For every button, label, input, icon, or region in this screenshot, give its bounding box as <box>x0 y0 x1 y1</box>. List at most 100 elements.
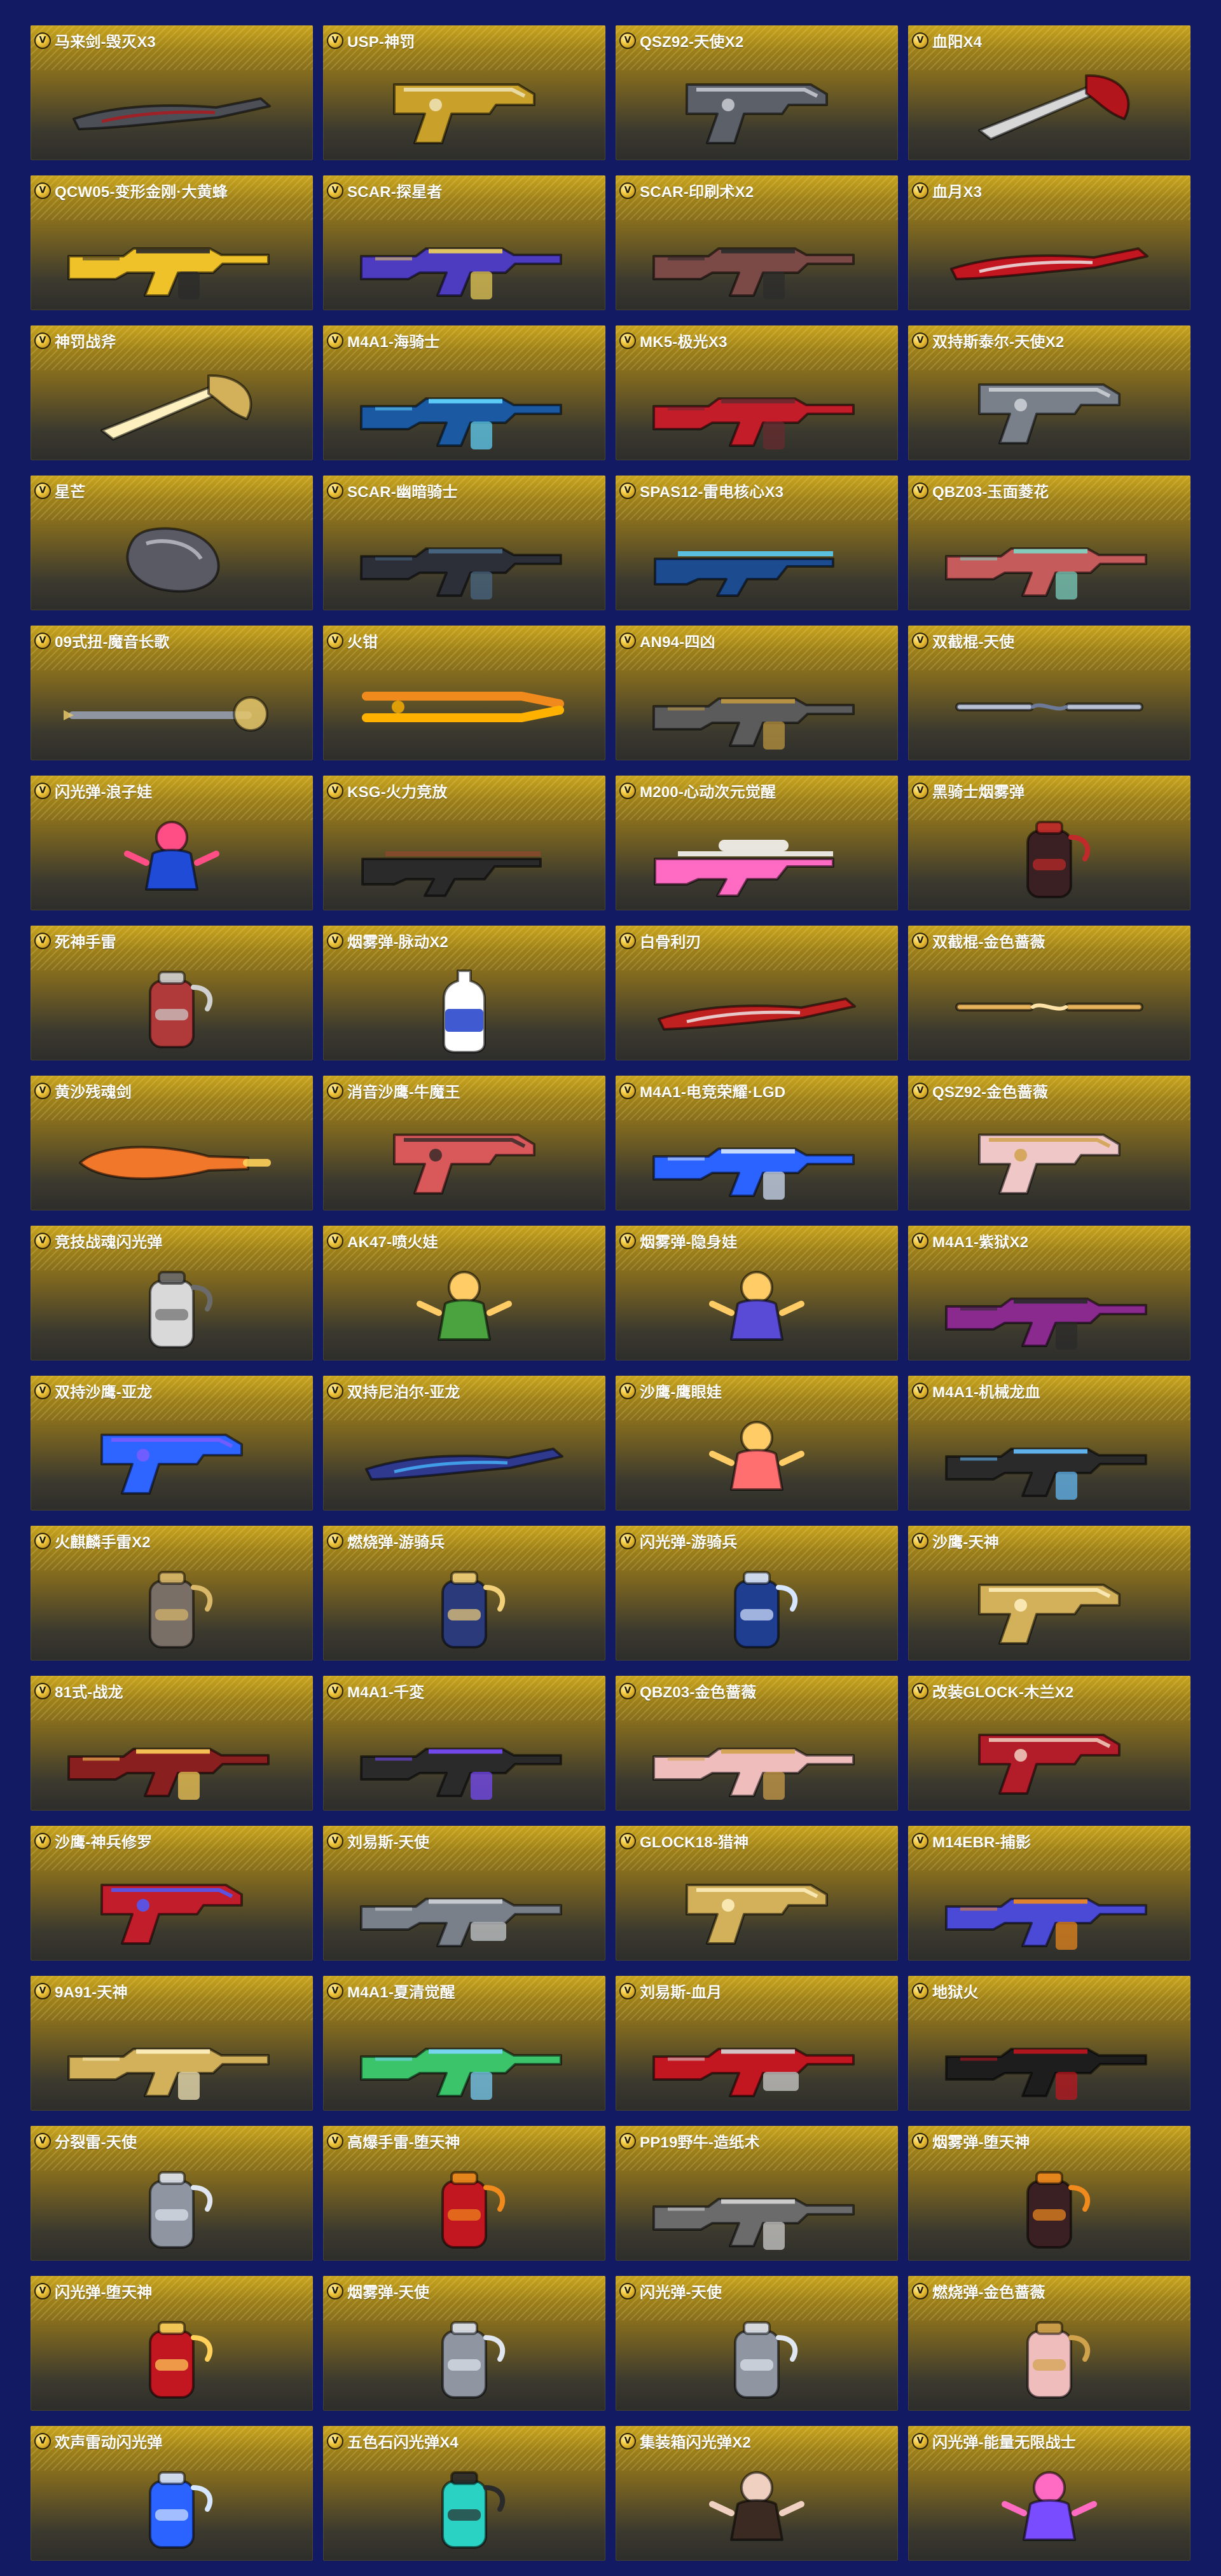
v-badge-letter: V <box>39 485 46 495</box>
item-card[interactable]: V QSZ92-金色蔷薇 <box>908 1076 1190 1210</box>
item-header: V 刘易斯-血月 <box>619 1980 894 2002</box>
item-card[interactable]: V 竞技战魂闪光弹 <box>31 1226 313 1360</box>
item-card[interactable]: V 闪光弹-浪子娃 <box>31 776 313 910</box>
item-card[interactable]: V 刘易斯-天使 <box>323 1826 605 1961</box>
item-name: QSZ92-天使X2 <box>640 34 744 51</box>
item-card[interactable]: V 沙鹰-鹰眼娃 <box>616 1376 898 1511</box>
item-card[interactable]: V USP-神罚 <box>323 25 605 160</box>
item-card[interactable]: V M200-心动次元觉醒 <box>616 776 898 910</box>
item-card[interactable]: V M14EBR-捕影 <box>908 1826 1190 1961</box>
item-card[interactable]: V 闪光弹-天使 <box>616 2276 898 2411</box>
item-card[interactable]: V 双截棍-金色蔷薇 <box>908 926 1190 1060</box>
item-card[interactable]: V 血阳X4 <box>908 25 1190 160</box>
item-card[interactable]: V 烟雾弹-堕天神 <box>908 2126 1190 2261</box>
item-card[interactable]: V 高爆手雷-堕天神 <box>323 2126 605 2261</box>
item-card[interactable]: V 刘易斯-血月 <box>616 1976 898 2111</box>
grenade-icon <box>908 804 1190 910</box>
item-header: V 神罚战斧 <box>34 329 309 352</box>
item-card[interactable]: V 血月X3 <box>908 175 1190 310</box>
item-card[interactable]: V QBZ03-金色蔷薇 <box>616 1676 898 1811</box>
item-card[interactable]: V 五色石闪光弹X4 <box>323 2426 605 2561</box>
item-card[interactable]: V QBZ03-玉面菱花 <box>908 476 1190 610</box>
v-badge-icon: V <box>912 1832 928 1849</box>
item-name: KSG-火力竞放 <box>347 784 448 801</box>
v-badge-letter: V <box>916 635 924 645</box>
item-card[interactable]: V 烟雾弹-天使 <box>323 2276 605 2411</box>
item-card[interactable]: V 马来剑-毁灭X3 <box>31 25 313 160</box>
v-badge-icon: V <box>34 1832 51 1849</box>
item-card[interactable]: V SCAR-印刷术X2 <box>616 175 898 310</box>
item-card[interactable]: V M4A1-紫狱X2 <box>908 1226 1190 1360</box>
character-icon <box>616 1254 898 1360</box>
item-card[interactable]: V 消音沙鹰-牛魔王 <box>323 1076 605 1210</box>
item-card[interactable]: V 闪光弹-堕天神 <box>31 2276 313 2411</box>
item-card[interactable]: V 双截棍-天使 <box>908 626 1190 760</box>
item-card[interactable]: V 09式扭-魔音长歌 <box>31 626 313 760</box>
item-card[interactable]: V GLOCK18-猎神 <box>616 1826 898 1961</box>
item-card[interactable]: V M4A1-海骑士 <box>323 325 605 460</box>
item-card[interactable]: V SPAS12-雷电核心X3 <box>616 476 898 610</box>
item-card[interactable]: V 双持尼泊尔-亚龙 <box>323 1376 605 1511</box>
rifle-icon <box>31 2004 313 2111</box>
item-card[interactable]: V AK47-喷火娃 <box>323 1226 605 1360</box>
item-card[interactable]: V 沙鹰-天神 <box>908 1526 1190 1661</box>
item-card[interactable]: V M4A1-机械龙血 <box>908 1376 1190 1511</box>
item-card[interactable]: V M4A1-夏清觉醒 <box>323 1976 605 2111</box>
pistol-icon <box>908 1704 1190 1811</box>
item-card[interactable]: V 地狱火 <box>908 1976 1190 2111</box>
item-card[interactable]: V SCAR-幽暗骑士 <box>323 476 605 610</box>
item-card[interactable]: V 分裂雷-天使 <box>31 2126 313 2261</box>
v-badge-letter: V <box>624 2436 631 2446</box>
v-badge-icon: V <box>34 1082 51 1099</box>
v-badge-icon: V <box>327 1382 343 1399</box>
item-card[interactable]: V AN94-四凶 <box>616 626 898 760</box>
rifle-icon <box>908 2004 1190 2111</box>
item-card[interactable]: V 火钳 <box>323 626 605 760</box>
item-card[interactable]: V 集装箱闪光弹X2 <box>616 2426 898 2561</box>
item-name: M4A1-紫狱X2 <box>932 1234 1029 1251</box>
item-name: 烟雾弹-天使 <box>347 2284 430 2301</box>
item-card[interactable]: V QCW05-变形金刚·大黄蜂 <box>31 175 313 310</box>
item-name: 刘易斯-血月 <box>640 1984 722 2001</box>
item-card[interactable]: V 闪光弹-能量无限战士 <box>908 2426 1190 2561</box>
item-card[interactable]: V M4A1-电竞荣耀·LGD <box>616 1076 898 1210</box>
item-name: 81式-战龙 <box>55 1684 123 1701</box>
rifle-icon <box>616 2154 898 2261</box>
item-card[interactable]: V 燃烧弹-金色蔷薇 <box>908 2276 1190 2411</box>
v-badge-letter: V <box>916 335 924 345</box>
item-header: V 血月X3 <box>912 179 1187 202</box>
item-card[interactable]: V PP19野牛-造纸术 <box>616 2126 898 2261</box>
item-card[interactable]: V 改装GLOCK-木兰X2 <box>908 1676 1190 1811</box>
v-badge-letter: V <box>331 485 339 495</box>
item-header: V 刘易斯-天使 <box>327 1830 602 1852</box>
v-badge-icon: V <box>34 32 51 49</box>
item-card[interactable]: V 9A91-天神 <box>31 1976 313 2111</box>
item-card[interactable]: V 神罚战斧 <box>31 325 313 460</box>
v-badge-icon: V <box>34 1682 51 1699</box>
item-card[interactable]: V QSZ92-天使X2 <box>616 25 898 160</box>
item-name: 09式扭-魔音长歌 <box>55 634 170 651</box>
item-card[interactable]: V 81式-战龙 <box>31 1676 313 1811</box>
item-card[interactable]: V 黄沙残魂剑 <box>31 1076 313 1210</box>
rifle-icon <box>616 1704 898 1811</box>
item-card[interactable]: V 烟雾弹-隐身娃 <box>616 1226 898 1360</box>
item-card[interactable]: V 黑骑士烟雾弹 <box>908 776 1190 910</box>
item-card[interactable]: V MK5-极光X3 <box>616 325 898 460</box>
item-card[interactable]: V 沙鹰-神兵修罗 <box>31 1826 313 1961</box>
item-card[interactable]: V KSG-火力竞放 <box>323 776 605 910</box>
item-name: M200-心动次元觉醒 <box>640 784 776 801</box>
item-card[interactable]: V 白骨利刃 <box>616 926 898 1060</box>
item-card[interactable]: V M4A1-千変 <box>323 1676 605 1811</box>
item-card[interactable]: V 火麒麟手雷X2 <box>31 1526 313 1661</box>
item-card[interactable]: V 烟雾弹-脉动X2 <box>323 926 605 1060</box>
item-card[interactable]: V 星芒 <box>31 476 313 610</box>
item-card[interactable]: V 闪光弹-游骑兵 <box>616 1526 898 1661</box>
v-badge-icon: V <box>327 482 343 499</box>
item-card[interactable]: V 欢声雷动闪光弹 <box>31 2426 313 2561</box>
item-card[interactable]: V SCAR-探星者 <box>323 175 605 310</box>
item-card[interactable]: V 双持沙鹰-亚龙 <box>31 1376 313 1511</box>
item-card[interactable]: V 死神手雷 <box>31 926 313 1060</box>
item-card[interactable]: V 双持斯泰尔-天使X2 <box>908 325 1190 460</box>
item-card[interactable]: V 燃烧弹-游骑兵 <box>323 1526 605 1661</box>
v-badge-icon: V <box>327 932 343 949</box>
